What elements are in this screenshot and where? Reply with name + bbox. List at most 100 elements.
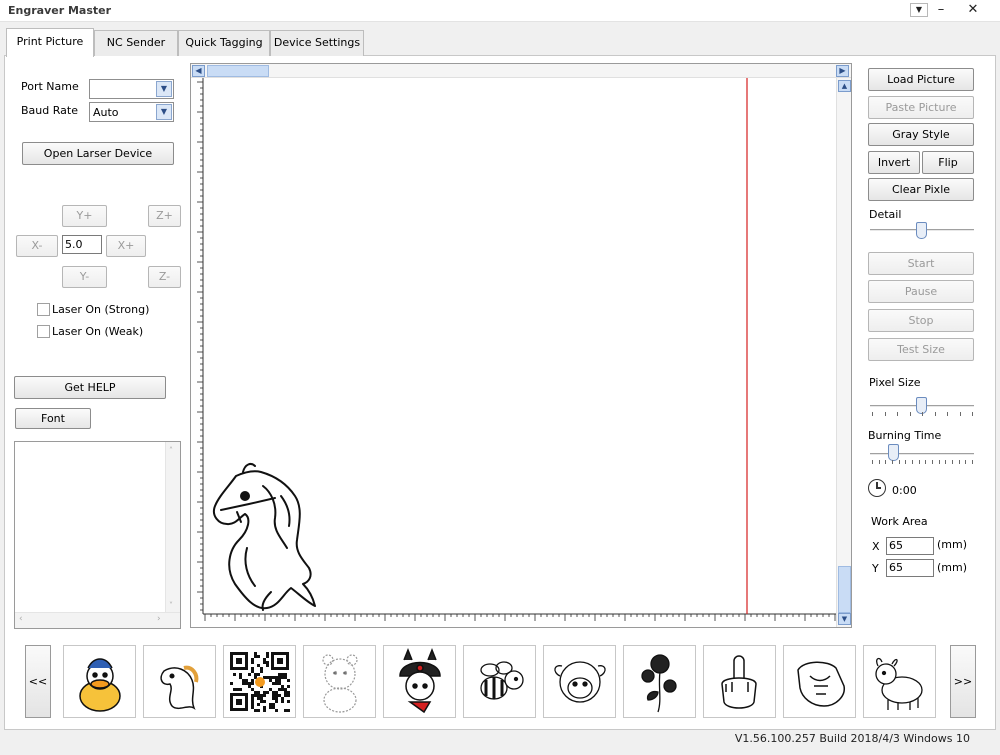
z-minus-button[interactable]: Z- [148, 266, 181, 288]
minimize-icon[interactable]: – [928, 1, 954, 19]
laser-weak-label: Laser On (Weak) [52, 325, 144, 338]
burning-time-slider-track[interactable] [870, 453, 974, 456]
pixel-size-label: Pixel Size [869, 376, 921, 389]
scroll-left-icon[interactable]: ‹ [19, 614, 23, 624]
scroll-right-icon[interactable]: ▶ [836, 65, 849, 77]
slider-tick [925, 460, 927, 464]
chevron-down-icon: ▼ [156, 81, 172, 97]
load-picture-button[interactable]: Load Picture [868, 68, 974, 91]
thumbnail-hand-gesture[interactable] [703, 645, 776, 718]
thumbnail-cow[interactable] [863, 645, 936, 718]
z-plus-button[interactable]: Z+ [148, 205, 181, 227]
paste-picture-button[interactable]: Paste Picture [868, 96, 974, 119]
flip-button[interactable]: Flip [922, 151, 974, 174]
slider-tick [972, 460, 973, 464]
x-plus-button[interactable]: X+ [106, 235, 146, 257]
get-help-button[interactable]: Get HELP [14, 376, 166, 399]
slider-tick [934, 412, 936, 416]
thumbnail-duck[interactable] [63, 645, 136, 718]
port-name-select[interactable]: ▼ [89, 79, 174, 99]
step-input[interactable]: 5.0 [62, 235, 102, 254]
slider-tick [922, 412, 923, 416]
work-area-y-label: Y [872, 562, 879, 575]
burning-time-label: Burning Time [868, 429, 942, 442]
canvas-vertical-scrollbar[interactable]: ▲ ▼ [836, 78, 851, 627]
baud-rate-value: Auto [93, 106, 119, 119]
text-input-area[interactable]: ˄ ˅ ‹ › [14, 441, 181, 629]
engraving-canvas[interactable]: ◀ ▶ ▲ ▼ [190, 63, 852, 628]
slider-tick [958, 460, 960, 464]
baud-rate-select[interactable]: Auto ▼ [89, 102, 174, 122]
close-icon[interactable]: ✕ [960, 1, 986, 19]
open-device-button[interactable]: Open Larser Device [22, 142, 174, 165]
tab-nc-sender[interactable]: NC Sender [94, 30, 178, 56]
vertical-scrollbar[interactable]: ˄ ˅ [165, 442, 180, 612]
slider-tick [905, 460, 907, 464]
laser-strong-checkbox[interactable] [37, 303, 50, 316]
y-plus-button[interactable]: Y+ [62, 205, 107, 227]
slider-tick [912, 460, 913, 464]
x-minus-button[interactable]: X- [16, 235, 58, 257]
slider-tick [909, 412, 911, 416]
scroll-left-icon[interactable]: ◀ [192, 65, 205, 77]
scroll-thumb[interactable] [838, 566, 851, 613]
thumbnail-qr-code[interactable] [223, 645, 296, 718]
y-minus-button[interactable]: Y- [62, 266, 107, 288]
slider-tick [945, 460, 947, 464]
canvas-drawing [197, 78, 836, 621]
stop-button[interactable]: Stop [868, 309, 974, 332]
title-bar: Engraver Master ▼ – ✕ [0, 0, 1000, 22]
horse-drawing [213, 463, 316, 611]
work-area-y-input[interactable]: 65 [886, 559, 934, 577]
thumbnails-next-button[interactable]: >> [950, 645, 976, 718]
detail-label: Detail [869, 208, 902, 221]
timer-value: 0:00 [892, 484, 917, 497]
tab-quick-tagging[interactable]: Quick Tagging [178, 30, 270, 56]
test-size-button[interactable]: Test Size [868, 338, 974, 361]
chevron-down-icon: ▼ [156, 104, 172, 120]
laser-weak-checkbox[interactable] [37, 325, 50, 338]
port-name-label: Port Name [21, 80, 79, 93]
scroll-up-icon[interactable]: ▲ [838, 80, 851, 92]
slider-tick [938, 460, 940, 464]
slider-tick [918, 460, 920, 464]
canvas-horizontal-scrollbar[interactable]: ◀ ▶ [191, 64, 851, 78]
thumbnail-horse[interactable] [143, 645, 216, 718]
slider-tick [898, 460, 900, 464]
start-button[interactable]: Start [868, 252, 974, 275]
scroll-thumb[interactable] [207, 65, 269, 77]
detail-slider-thumb[interactable] [916, 222, 927, 239]
pause-button[interactable]: Pause [868, 280, 974, 303]
slider-tick [947, 412, 948, 416]
tab-print-picture[interactable]: Print Picture [6, 28, 94, 57]
burning-time-slider-thumb[interactable] [888, 444, 899, 461]
slider-tick [972, 412, 973, 416]
gray-style-button[interactable]: Gray Style [868, 123, 974, 146]
slider-tick [884, 412, 886, 416]
slider-tick [959, 412, 961, 416]
system-menu-icon[interactable]: ▼ [910, 3, 928, 17]
scroll-down-icon[interactable]: ˅ [169, 601, 173, 610]
scroll-up-icon[interactable]: ˄ [169, 446, 173, 455]
thumbnail-pointing-fist[interactable] [783, 645, 856, 718]
scroll-down-icon[interactable]: ▼ [838, 613, 851, 625]
thumbnails-prev-button[interactable]: << [25, 645, 51, 718]
tab-device-settings[interactable]: Device Settings [270, 30, 364, 56]
slider-tick [965, 460, 967, 464]
thumbnail-bee[interactable] [463, 645, 536, 718]
slider-tick [932, 460, 933, 464]
scroll-right-icon[interactable]: › [157, 614, 161, 624]
thumbnail-sheep[interactable] [543, 645, 616, 718]
horizontal-scrollbar[interactable]: ‹ › [15, 612, 180, 628]
thumbnail-bear[interactable] [303, 645, 376, 718]
font-button[interactable]: Font [15, 408, 91, 429]
window-title: Engraver Master [8, 4, 112, 17]
baud-rate-label: Baud Rate [21, 104, 78, 117]
thumbnail-rose[interactable] [623, 645, 696, 718]
work-area-x-input[interactable]: 65 [886, 537, 934, 555]
invert-button[interactable]: Invert [868, 151, 920, 174]
version-status: V1.56.100.257 Build 2018/4/3 Windows 10 [734, 732, 970, 745]
thumbnail-bunny-hat[interactable] [383, 645, 456, 718]
clear-pixle-button[interactable]: Clear Pixle [868, 178, 974, 201]
slider-tick [952, 460, 953, 464]
